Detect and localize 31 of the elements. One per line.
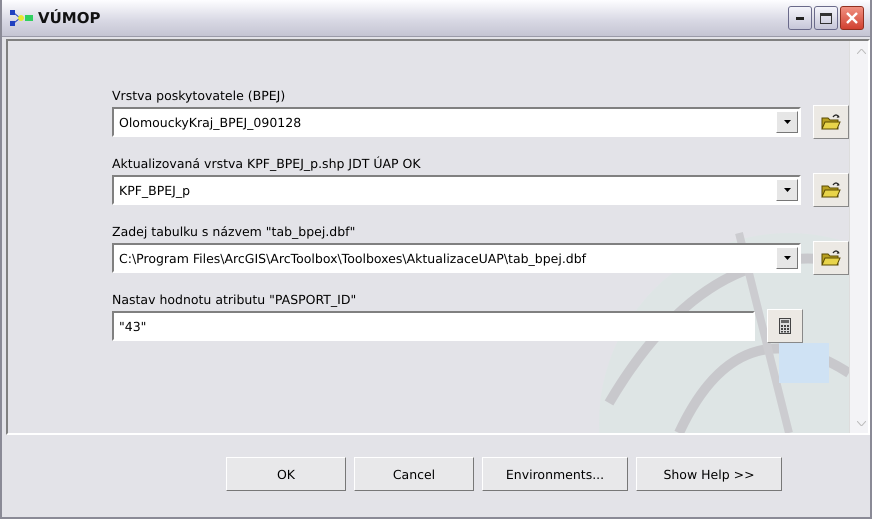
minimize-button[interactable] bbox=[788, 6, 812, 30]
dropdown-field[interactable]: OlomouckyKraj_BPEJ_090128 bbox=[112, 107, 801, 137]
calculator-button[interactable] bbox=[767, 309, 803, 343]
maximize-icon bbox=[820, 12, 832, 24]
field-label: Nastav hodnotu atributu "PASPORT_ID" bbox=[112, 291, 358, 309]
app-logo-icon bbox=[10, 10, 34, 26]
folder-icon bbox=[821, 181, 841, 199]
dropdown-field[interactable]: C:\Program Files\ArcGIS\ArcToolbox\Toolboxes\AktualizaceUAP\tab_bpej.dbf bbox=[112, 243, 801, 273]
dialog-button[interactable]: Cancel bbox=[354, 457, 474, 491]
calculator-icon bbox=[779, 318, 791, 334]
field-label: Aktualizovaná vrstva KPF_BPEJ_p.shp JDT ÚAP OK bbox=[112, 155, 422, 173]
window-title: VÚMOP bbox=[38, 9, 102, 27]
browse-button[interactable] bbox=[813, 241, 849, 275]
folder-icon bbox=[821, 113, 841, 131]
browse-button[interactable] bbox=[813, 105, 849, 139]
dialog-button[interactable]: Environments... bbox=[482, 457, 628, 491]
field-label: Zadej tabulku s názvem "tab_bpej.dbf" bbox=[112, 223, 356, 241]
input-field[interactable]: "43" bbox=[112, 311, 755, 341]
dropdown-field[interactable]: KPF_BPEJ_p bbox=[112, 175, 801, 205]
dropdown-arrow-icon bbox=[784, 188, 790, 192]
dialog-button[interactable]: Show Help >> bbox=[636, 457, 782, 491]
close-icon bbox=[846, 12, 858, 24]
field-label: Vrstva poskytovatele (BPEJ) bbox=[112, 87, 286, 105]
dropdown-arrow-icon bbox=[784, 256, 790, 260]
maximize-button[interactable] bbox=[814, 6, 838, 30]
close-button[interactable] bbox=[840, 6, 864, 30]
dropdown-arrow-icon bbox=[784, 120, 790, 124]
browse-button[interactable] bbox=[813, 173, 849, 207]
dialog-button[interactable]: OK bbox=[226, 457, 346, 491]
minimize-icon bbox=[796, 16, 804, 20]
folder-icon bbox=[821, 249, 841, 267]
